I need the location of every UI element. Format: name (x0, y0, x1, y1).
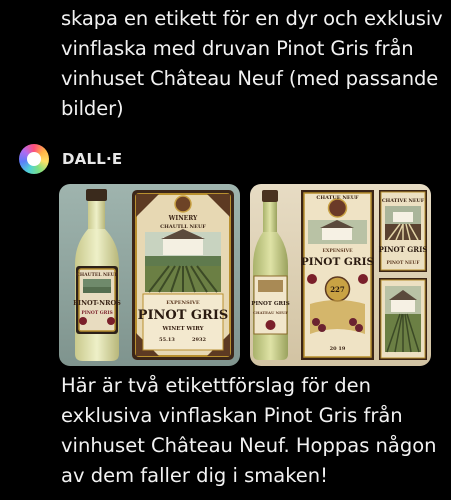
center-title: PINOT GRIS (301, 256, 374, 268)
bottle-label-line3: PINOT GRIS (81, 310, 112, 316)
right-sub: PINOT NEUF (386, 260, 420, 266)
panel-title: PINOT GRIS (138, 308, 229, 323)
panel-subtitle: EXPENSIVE (166, 300, 200, 306)
center-badge: 227 (330, 285, 345, 294)
panel-line2: 55.13 (159, 337, 175, 343)
generated-image-2[interactable]: PINOT GRIS CHATEAU NEUF CHATUE NEUF EXPE… (250, 184, 431, 366)
center-sub: EXPENSIVE (322, 248, 353, 254)
generated-image-1[interactable]: CHAUTEL NEUF PINOT-NROS PINOT GRIS WINER… (59, 184, 240, 366)
bottle-label-line2: PINOT-NROS (73, 299, 121, 307)
assistant-message: Här är två etikettförslag för den exklus… (61, 374, 437, 487)
bottle2-label: PINOT GRIS (251, 301, 289, 307)
panel-line3: 2932 (192, 337, 206, 343)
assistant-header: DALL·E (19, 142, 122, 176)
bottle2-sub: CHATEAU NEUF (253, 310, 288, 315)
center-foot: 20 19 (330, 346, 346, 352)
right-top: CHATIVE NEUF (382, 198, 425, 204)
assistant-name: DALL·E (62, 150, 123, 168)
openai-avatar-icon (19, 144, 49, 174)
right-title: PINOT GRIS (379, 245, 428, 254)
panel-line1: WINET WIRY (161, 326, 203, 332)
center-top: CHATUE NEUF (316, 195, 359, 201)
wine-label-illustration-1: CHAUTEL NEUF PINOT-NROS PINOT GRIS WINER… (59, 184, 240, 366)
panel-heading2: CHAUTLL NEUF (160, 224, 206, 230)
bottle-label-line1: CHAUTEL NEUF (76, 272, 118, 278)
wine-label-illustration-2: PINOT GRIS CHATEAU NEUF CHATUE NEUF EXPE… (250, 184, 431, 366)
generated-images: CHAUTEL NEUF PINOT-NROS PINOT GRIS WINER… (59, 184, 431, 366)
panel-heading1: WINERY (168, 215, 198, 222)
user-message: skapa en etikett för en dyr och exklusiv… (61, 7, 443, 120)
